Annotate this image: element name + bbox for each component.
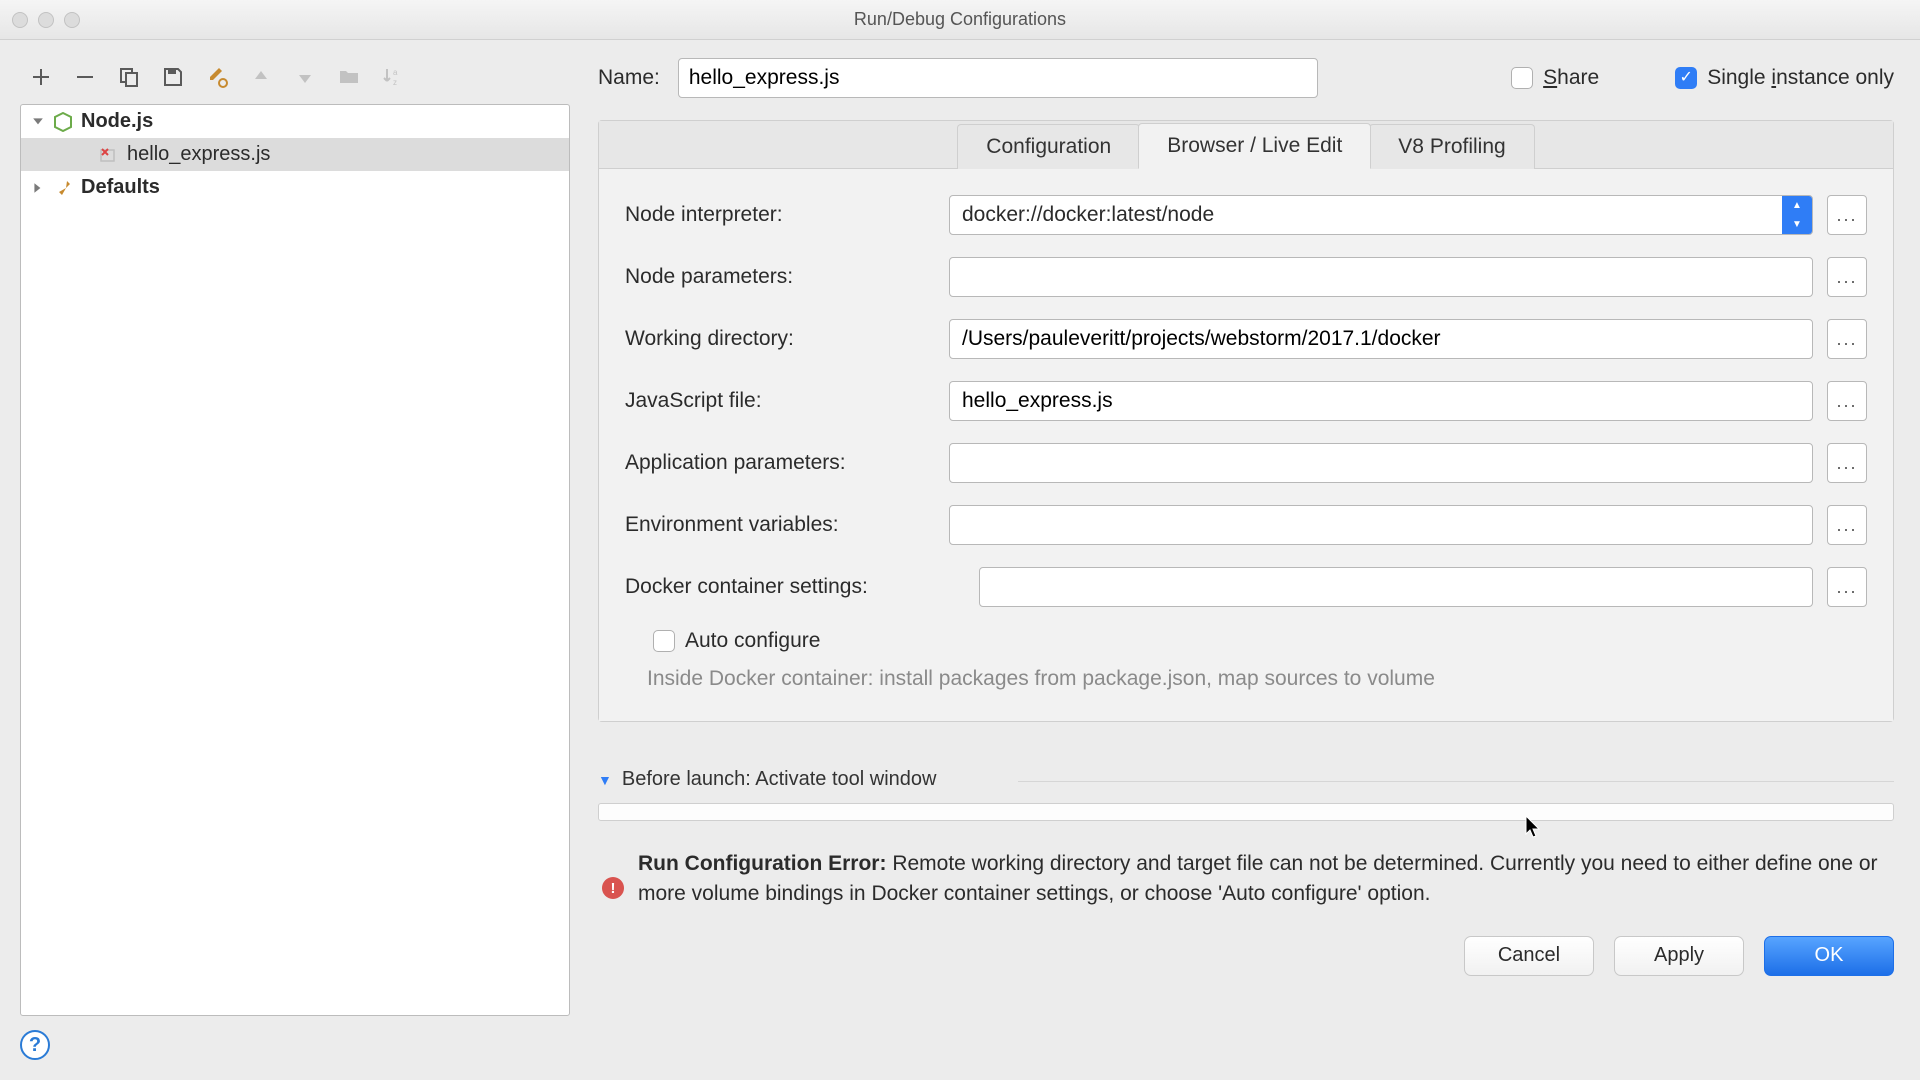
application-parameters-input[interactable]	[949, 443, 1813, 483]
dialog-buttons: Cancel Apply OK	[598, 936, 1894, 976]
javascript-file-label: JavaScript file:	[625, 389, 935, 413]
apply-button[interactable]: Apply	[1614, 936, 1744, 976]
working-directory-input[interactable]	[949, 319, 1813, 359]
working-directory-label: Working directory:	[625, 327, 935, 351]
window-title: Run/Debug Configurations	[0, 9, 1920, 30]
tree-node-defaults[interactable]: Defaults	[21, 171, 569, 204]
tab-v8-profiling[interactable]: V8 Profiling	[1369, 124, 1534, 169]
node-interpreter-value: docker://docker:latest/node	[950, 196, 1782, 234]
docker-hint: Inside Docker container: install package…	[625, 667, 1867, 691]
remove-config-button[interactable]	[70, 62, 100, 92]
name-input[interactable]	[678, 58, 1318, 98]
environment-variables-browse-button[interactable]: ...	[1827, 505, 1867, 545]
tree-node-label: Defaults	[81, 176, 160, 199]
node-parameters-label: Node parameters:	[625, 265, 935, 289]
docker-settings-label: Docker container settings:	[625, 575, 965, 599]
before-launch-list[interactable]	[598, 803, 1894, 821]
node-interpreter-browse-button[interactable]: ...	[1827, 195, 1867, 235]
add-config-button[interactable]	[26, 62, 56, 92]
tree-node-label: hello_express.js	[127, 143, 270, 166]
javascript-file-input[interactable]	[949, 381, 1813, 421]
environment-variables-label: Environment variables:	[625, 513, 935, 537]
move-up-button[interactable]	[246, 62, 276, 92]
application-parameters-expand-button[interactable]: ...	[1827, 443, 1867, 483]
name-label: Name:	[598, 66, 660, 90]
folder-button[interactable]	[334, 62, 364, 92]
name-row: Name: Share Single instance only	[598, 58, 1894, 98]
config-tabs: Configuration Browser / Live Edit V8 Pro…	[599, 121, 1893, 169]
checkbox-icon	[1675, 67, 1697, 89]
tree-node-hello-express[interactable]: hello_express.js	[21, 138, 569, 171]
cancel-button[interactable]: Cancel	[1464, 936, 1594, 976]
nodejs-icon	[53, 112, 73, 132]
tab-browser-live-edit[interactable]: Browser / Live Edit	[1138, 123, 1371, 169]
auto-configure-checkbox[interactable]: Auto configure	[653, 629, 820, 653]
share-checkbox[interactable]: Share	[1511, 66, 1599, 90]
save-config-button[interactable]	[158, 62, 188, 92]
node-interpreter-label: Node interpreter:	[625, 203, 935, 227]
tree-node-label: Node.js	[81, 110, 153, 133]
move-down-button[interactable]	[290, 62, 320, 92]
checkbox-icon	[653, 630, 675, 652]
error-icon: !	[602, 877, 624, 899]
disclosure-triangle-icon: ▼	[598, 772, 612, 788]
docker-settings-input[interactable]	[979, 567, 1813, 607]
edit-defaults-button[interactable]	[202, 62, 232, 92]
dropdown-arrows-icon: ▲▼	[1782, 196, 1812, 234]
javascript-file-browse-button[interactable]: ...	[1827, 381, 1867, 421]
single-instance-checkbox[interactable]: Single instance only	[1675, 66, 1894, 90]
application-parameters-label: Application parameters:	[625, 451, 935, 475]
docker-settings-browse-button[interactable]: ...	[1827, 567, 1867, 607]
node-parameters-input[interactable]	[949, 257, 1813, 297]
checkbox-icon	[1511, 67, 1533, 89]
tree-node-nodejs[interactable]: Node.js	[21, 105, 569, 138]
environment-variables-input[interactable]	[949, 505, 1813, 545]
tab-configuration[interactable]: Configuration	[957, 124, 1140, 169]
node-interpreter-select[interactable]: docker://docker:latest/node ▲▼	[949, 195, 1813, 235]
working-directory-browse-button[interactable]: ...	[1827, 319, 1867, 359]
auto-configure-label: Auto configure	[685, 629, 820, 653]
before-launch-toggle[interactable]: ▼ Before launch: Activate tool window	[598, 768, 1894, 791]
expand-arrow-icon[interactable]	[31, 182, 45, 194]
svg-text:a: a	[393, 68, 398, 77]
before-launch-section: ▼ Before launch: Activate tool window	[598, 768, 1894, 821]
svg-text:z: z	[393, 78, 397, 87]
wrench-icon	[53, 178, 73, 198]
config-toolbar: az	[20, 58, 570, 104]
sort-button[interactable]: az	[378, 62, 408, 92]
titlebar: Run/Debug Configurations	[0, 0, 1920, 40]
error-panel: ! Run Configuration Error: Remote workin…	[598, 849, 1894, 910]
config-tabs-panel: Configuration Browser / Live Edit V8 Pro…	[598, 120, 1894, 722]
node-parameters-expand-button[interactable]: ...	[1827, 257, 1867, 297]
expand-arrow-icon[interactable]	[31, 116, 45, 128]
error-text: Run Configuration Error: Remote working …	[638, 849, 1890, 910]
copy-config-button[interactable]	[114, 62, 144, 92]
help-button[interactable]: ?	[20, 1030, 50, 1060]
config-tree[interactable]: Node.js hello_express.js Defaults	[20, 104, 570, 1016]
before-launch-label: Before launch: Activate tool window	[622, 768, 937, 791]
ok-button[interactable]: OK	[1764, 936, 1894, 976]
js-error-icon	[99, 145, 119, 165]
